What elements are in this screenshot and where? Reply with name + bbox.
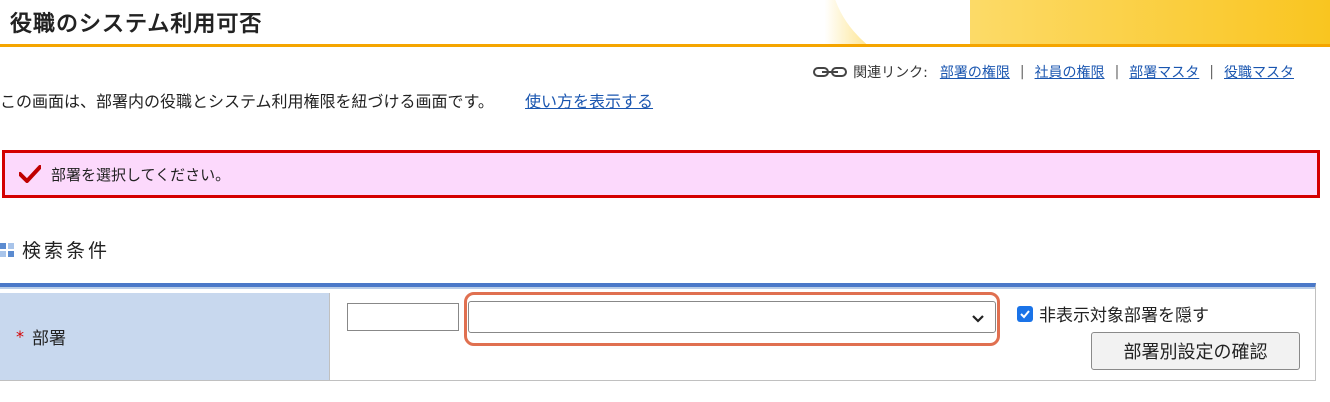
section-title: 検索条件 [22, 240, 111, 262]
hide-departments-label: 非表示対象部署を隠す [1039, 306, 1209, 326]
alert-message: 部署を選択してください。 [51, 165, 231, 184]
confirm-dept-settings-button[interactable]: 部署別設定の確認 [1091, 332, 1300, 370]
related-links-prefix: 関連リンク: [853, 65, 928, 81]
search-form: * 部署 非表示対象部署を隠す 部署別設定の確認 [0, 283, 1316, 381]
required-mark: * [16, 327, 24, 346]
link-separator: | [1019, 64, 1025, 80]
department-label: 部署 [32, 329, 66, 349]
link-separator: | [1114, 64, 1120, 80]
select-highlight [464, 292, 1000, 346]
title-bar: 役職のシステム利用可否 [0, 0, 1330, 47]
link-dept-master[interactable]: 部署マスタ [1129, 62, 1199, 82]
page: 役職のシステム利用可否 関連リンク: 部署の権限 | 社員の権限 | 部署マスタ… [0, 0, 1330, 402]
department-label-cell: * 部署 [0, 293, 330, 380]
title-bar-decoration [830, 0, 970, 44]
help-link[interactable]: 使い方を表示する [525, 92, 653, 111]
search-section-heading: 検索条件 [0, 236, 110, 263]
chain-link-icon [813, 67, 848, 77]
hide-departments-checkbox[interactable] [1017, 305, 1033, 322]
department-code-input[interactable] [347, 303, 459, 331]
related-links: 関連リンク: 部署の権限 | 社員の権限 | 部署マスタ | 役職マスタ [813, 62, 1294, 82]
grid-squares-icon [0, 242, 14, 257]
link-separator: | [1209, 64, 1214, 80]
alert-box: 部署を選択してください。 [2, 150, 1320, 198]
check-mark-icon [19, 165, 41, 183]
checkbox-check-icon [1020, 309, 1030, 318]
description-text: この画面は、部署内の役職とシステム利用権限を紐づける画面です。 [0, 92, 494, 111]
page-title: 役職のシステム利用可否 [10, 12, 263, 37]
link-position-master[interactable]: 役職マスタ [1224, 62, 1294, 82]
link-employee-permission[interactable]: 社員の権限 [1035, 62, 1105, 82]
hide-departments-toggle[interactable]: 非表示対象部署を隠す [1017, 301, 1209, 326]
description: この画面は、部署内の役職とシステム利用権限を紐づける画面です。 使い方を表示する [0, 88, 653, 112]
link-dept-permission[interactable]: 部署の権限 [940, 62, 1010, 82]
